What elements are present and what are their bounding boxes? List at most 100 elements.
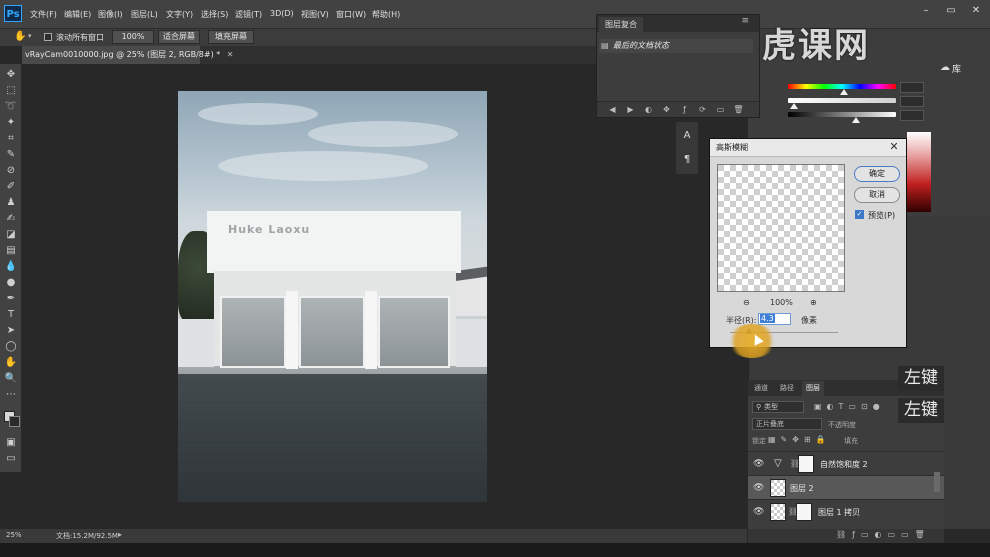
tab-channels[interactable]: 通道 xyxy=(750,381,772,396)
preview-checkbox[interactable]: ✓ xyxy=(855,210,864,219)
update-comp-icon[interactable]: ⟳ xyxy=(697,104,708,115)
menu-help[interactable]: 帮助(H) xyxy=(372,9,400,20)
apply-visibility-icon[interactable]: ◐ xyxy=(643,104,654,115)
marquee-tool-icon[interactable]: ⬚ xyxy=(4,84,18,98)
type-tool-icon[interactable]: T xyxy=(4,308,18,322)
eye-icon[interactable]: 👁 xyxy=(753,459,764,469)
menu-3d[interactable]: 3D(D) xyxy=(270,9,294,18)
character-panel-icon[interactable]: A xyxy=(681,130,693,142)
history-brush-icon[interactable]: ✍ xyxy=(4,212,18,226)
eyedropper-icon[interactable]: ✎ xyxy=(4,148,18,162)
brightness-value-field[interactable] xyxy=(900,110,924,121)
layer-name[interactable]: 自然饱和度 2 xyxy=(820,459,868,470)
crop-tool-icon[interactable]: ⌗ xyxy=(4,132,18,146)
layer-comp-item[interactable]: 最后的文档状态 xyxy=(599,39,753,53)
menu-layer[interactable]: 图层(L) xyxy=(131,9,158,20)
layer-mask-thumbnail[interactable] xyxy=(796,503,812,521)
hand-tool-icon[interactable]: ✋ xyxy=(14,31,26,42)
background-color-swatch[interactable] xyxy=(9,416,20,427)
blur-tool-icon[interactable]: 💧 xyxy=(4,260,18,274)
shape-tool-icon[interactable]: ◯ xyxy=(4,340,18,354)
menu-select[interactable]: 选择(S) xyxy=(201,9,228,20)
eraser-tool-icon[interactable]: ◪ xyxy=(4,228,18,242)
new-comp-icon[interactable]: ▭ xyxy=(715,104,726,115)
tab-layers[interactable]: 图层 xyxy=(802,381,824,396)
close-tab-icon[interactable]: ✕ xyxy=(227,50,234,59)
zoom-100-button[interactable]: 100% xyxy=(112,30,154,44)
saturation-value-field[interactable] xyxy=(900,96,924,107)
magic-wand-icon[interactable]: ✦ xyxy=(4,116,18,130)
layers-footer-icons[interactable]: ⛓ƒ▭◐▭▭🗑 xyxy=(836,530,931,539)
paragraph-panel-icon[interactable]: ¶ xyxy=(681,154,693,166)
eye-icon[interactable]: 👁 xyxy=(753,483,764,493)
hand-tool-icon[interactable]: ✋ xyxy=(4,356,18,370)
scrollbar-thumb[interactable] xyxy=(934,472,940,492)
menu-filter[interactable]: 滤镜(T) xyxy=(235,9,262,20)
brightness-slider-knob[interactable] xyxy=(852,117,860,123)
color-field[interactable] xyxy=(907,132,931,212)
lasso-tool-icon[interactable]: ➰ xyxy=(4,100,18,114)
layer-filter-dropdown[interactable]: ⚲ 类型 xyxy=(752,401,804,413)
document-tab[interactable]: vRayCam0010000.jpg @ 25% (图层 2, RGB/8#) … xyxy=(22,46,233,64)
next-comp-icon[interactable]: ▶ xyxy=(625,104,636,115)
stamp-tool-icon[interactable]: ♟ xyxy=(4,196,18,210)
radius-input[interactable]: 4.3 xyxy=(758,313,791,325)
layer-comps-tab[interactable]: 图层复合 xyxy=(599,17,643,32)
menu-image[interactable]: 图像(I) xyxy=(98,9,123,20)
hue-value-field[interactable] xyxy=(900,82,924,93)
cancel-button[interactable]: 取消 xyxy=(854,187,900,203)
menu-file[interactable]: 文件(F) xyxy=(30,9,57,20)
lock-icons[interactable]: ▦✎✥⊞🔒 xyxy=(768,435,831,444)
status-arrow-icon[interactable]: ▸ xyxy=(118,530,122,539)
quick-mask-icon[interactable]: ▣ xyxy=(4,436,18,450)
menu-view[interactable]: 视图(V) xyxy=(301,9,329,20)
dodge-tool-icon[interactable]: ● xyxy=(4,276,18,290)
blend-mode-select[interactable]: 正片叠底 xyxy=(752,418,822,430)
filter-icons[interactable]: ▣◐T▭⊡● xyxy=(814,402,885,411)
layer-name[interactable]: 图层 2 xyxy=(790,483,814,494)
delete-comp-icon[interactable]: 🗑 xyxy=(733,104,744,115)
zoom-in-icon[interactable]: ⊕ xyxy=(810,298,817,307)
apply-style-icon[interactable]: ƒ xyxy=(679,104,690,115)
chevron-down-icon[interactable]: ▾ xyxy=(28,32,32,40)
layer-row-selected[interactable]: 👁 图层 2 xyxy=(748,475,944,499)
close-icon[interactable]: ✕ xyxy=(888,141,900,153)
layer-thumbnail[interactable] xyxy=(770,503,786,521)
menu-edit[interactable]: 编辑(E) xyxy=(64,9,91,20)
pen-tool-icon[interactable]: ✒ xyxy=(4,292,18,306)
blur-preview[interactable] xyxy=(717,164,845,292)
panel-menu-icon[interactable]: ≡ xyxy=(741,16,749,26)
ok-button[interactable]: 确定 xyxy=(854,166,900,182)
close-icon[interactable]: ✕ xyxy=(968,4,984,18)
gradient-tool-icon[interactable]: ▤ xyxy=(4,244,18,258)
move-tool-icon[interactable]: ✥ xyxy=(4,68,18,82)
healing-brush-icon[interactable]: ⊘ xyxy=(4,164,18,178)
menu-type[interactable]: 文字(Y) xyxy=(166,9,193,20)
saturation-slider[interactable] xyxy=(788,98,896,103)
fill-screen-button[interactable]: 填充屏幕 xyxy=(208,30,254,44)
layer-name[interactable]: 图层 1 拷贝 xyxy=(818,507,860,518)
tab-paths[interactable]: 路径 xyxy=(776,381,798,396)
layer-row[interactable]: 👁 ▽ ⛓ 自然饱和度 2 xyxy=(748,451,944,475)
layer-mask-thumbnail[interactable] xyxy=(798,455,814,473)
saturation-slider-knob[interactable] xyxy=(790,103,798,109)
prev-comp-icon[interactable]: ◀ xyxy=(607,104,618,115)
screen-mode-icon[interactable]: ▭ xyxy=(4,452,18,466)
path-select-icon[interactable]: ➤ xyxy=(4,324,18,338)
brush-tool-icon[interactable]: ✐ xyxy=(4,180,18,194)
brightness-slider[interactable] xyxy=(788,112,896,117)
more-tools-icon[interactable]: ⋯ xyxy=(4,388,18,402)
hue-slider-knob[interactable] xyxy=(840,89,848,95)
layer-thumbnail[interactable] xyxy=(770,479,786,497)
status-zoom[interactable]: 25% xyxy=(6,531,22,539)
apply-position-icon[interactable]: ✥ xyxy=(661,104,672,115)
zoom-out-icon[interactable]: ⊖ xyxy=(743,298,750,307)
restore-icon[interactable]: ▭ xyxy=(943,4,959,18)
zoom-tool-icon[interactable]: 🔍 xyxy=(4,372,18,386)
fit-screen-button[interactable]: 适合屏幕 xyxy=(158,30,200,44)
menu-window[interactable]: 窗口(W) xyxy=(336,9,366,20)
minimize-icon[interactable]: – xyxy=(918,4,934,18)
scroll-all-checkbox[interactable] xyxy=(44,33,52,41)
eye-icon[interactable]: 👁 xyxy=(753,507,764,517)
document-canvas[interactable]: Huke Laoxu xyxy=(178,91,487,502)
